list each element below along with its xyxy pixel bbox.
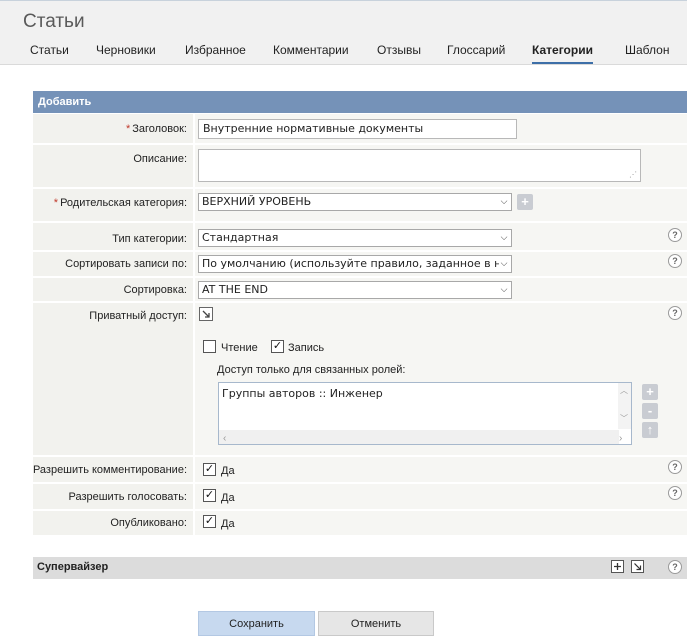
sort-records-label: Сортировать записи по: bbox=[65, 258, 187, 270]
description-label: Описание: bbox=[133, 153, 187, 165]
add-section-header: Добавить bbox=[33, 91, 687, 113]
scroll-right-icon[interactable]: › bbox=[619, 433, 622, 444]
select-roles-icon[interactable] bbox=[199, 307, 214, 322]
type-select[interactable]: Стандартная ⌵ bbox=[198, 229, 512, 247]
horizontal-scrollbar[interactable] bbox=[219, 430, 619, 444]
add-role-button[interactable]: + bbox=[642, 384, 658, 400]
tab-drafts[interactable]: Черновики bbox=[96, 42, 156, 64]
comments-value: Да bbox=[221, 465, 235, 477]
scroll-down-icon[interactable]: ﹀ bbox=[620, 413, 628, 424]
remove-role-button[interactable]: - bbox=[642, 403, 658, 419]
title-input[interactable]: Внутренние нормативные документы bbox=[198, 119, 517, 139]
type-label: Тип категории: bbox=[112, 233, 187, 245]
page-title: Статьи bbox=[23, 11, 85, 32]
help-icon[interactable]: ? bbox=[668, 460, 682, 474]
write-checkbox[interactable]: ✓ bbox=[271, 340, 284, 353]
help-icon[interactable]: ? bbox=[668, 560, 682, 574]
tab-favorites[interactable]: Избранное bbox=[185, 42, 246, 64]
order-select[interactable]: AT THE END ⌵ bbox=[198, 281, 512, 299]
comments-checkbox[interactable]: ✓ bbox=[203, 463, 216, 476]
tab-articles[interactable]: Статьи bbox=[30, 42, 69, 64]
move-up-role-button[interactable]: ↑ bbox=[642, 422, 658, 438]
description-textarea[interactable] bbox=[198, 149, 641, 182]
published-value: Да bbox=[221, 518, 235, 530]
read-checkbox[interactable] bbox=[203, 340, 216, 353]
add-supervisor-icon[interactable] bbox=[611, 560, 625, 574]
parent-select[interactable]: ВЕРХНИЙ УРОВЕНЬ ⌵ bbox=[198, 193, 512, 211]
supervisor-section-header: Супервайзер bbox=[33, 557, 687, 579]
help-icon[interactable]: ? bbox=[668, 306, 682, 320]
scroll-left-icon[interactable]: ‹ bbox=[223, 433, 226, 444]
roles-list-item[interactable]: Группы авторов :: Инженер bbox=[222, 387, 383, 400]
help-icon[interactable]: ? bbox=[668, 486, 682, 500]
tab-glossary[interactable]: Глоссарий bbox=[447, 42, 505, 64]
app-header: Статьи Статьи Черновики Избранное Коммен… bbox=[0, 0, 687, 64]
resize-grip-icon[interactable]: ⋰ bbox=[629, 170, 637, 179]
private-access-label: Приватный доступ: bbox=[89, 310, 187, 322]
save-button[interactable]: Сохранить bbox=[198, 611, 315, 636]
tab-categories[interactable]: Категории bbox=[532, 42, 593, 64]
title-label: * Заголовок: bbox=[125, 123, 187, 135]
sort-records-select[interactable]: По умолчанию (используйте правило, задан… bbox=[198, 255, 512, 273]
comments-label: Разрешить комментирование: bbox=[32, 464, 187, 476]
tab-template[interactable]: Шаблон bbox=[625, 42, 669, 64]
voting-label: Разрешить голосовать: bbox=[68, 491, 187, 503]
tab-reviews[interactable]: Отзывы bbox=[377, 42, 421, 64]
cancel-button[interactable]: Отменить bbox=[318, 611, 434, 636]
tab-comments[interactable]: Комментарии bbox=[273, 42, 349, 64]
select-supervisor-icon[interactable] bbox=[631, 560, 645, 574]
help-icon[interactable]: ? bbox=[668, 254, 682, 268]
order-label: Сортировка: bbox=[123, 284, 187, 296]
chevron-down-icon: ⌵ bbox=[499, 282, 509, 298]
voting-checkbox[interactable]: ✓ bbox=[203, 489, 216, 502]
roles-listbox[interactable]: Группы авторов :: Инженер ︿ ﹀ ‹ › bbox=[218, 382, 632, 445]
help-icon[interactable]: ? bbox=[668, 228, 682, 242]
supervisor-title: Супервайзер bbox=[37, 561, 109, 573]
scroll-up-icon[interactable]: ︿ bbox=[620, 385, 628, 396]
chevron-down-icon: ⌵ bbox=[499, 194, 509, 210]
chevron-down-icon: ⌵ bbox=[499, 256, 509, 272]
published-label: Опубликовано: bbox=[110, 517, 187, 529]
chevron-down-icon: ⌵ bbox=[499, 230, 509, 246]
roles-label: Доступ только для связанных ролей: bbox=[217, 364, 406, 376]
voting-value: Да bbox=[221, 492, 235, 504]
parent-label: * Родительская категория: bbox=[53, 197, 187, 209]
write-label: Запись bbox=[288, 342, 325, 354]
published-checkbox[interactable]: ✓ bbox=[203, 515, 216, 528]
read-label: Чтение bbox=[221, 342, 258, 354]
add-parent-button[interactable]: + bbox=[517, 194, 533, 210]
